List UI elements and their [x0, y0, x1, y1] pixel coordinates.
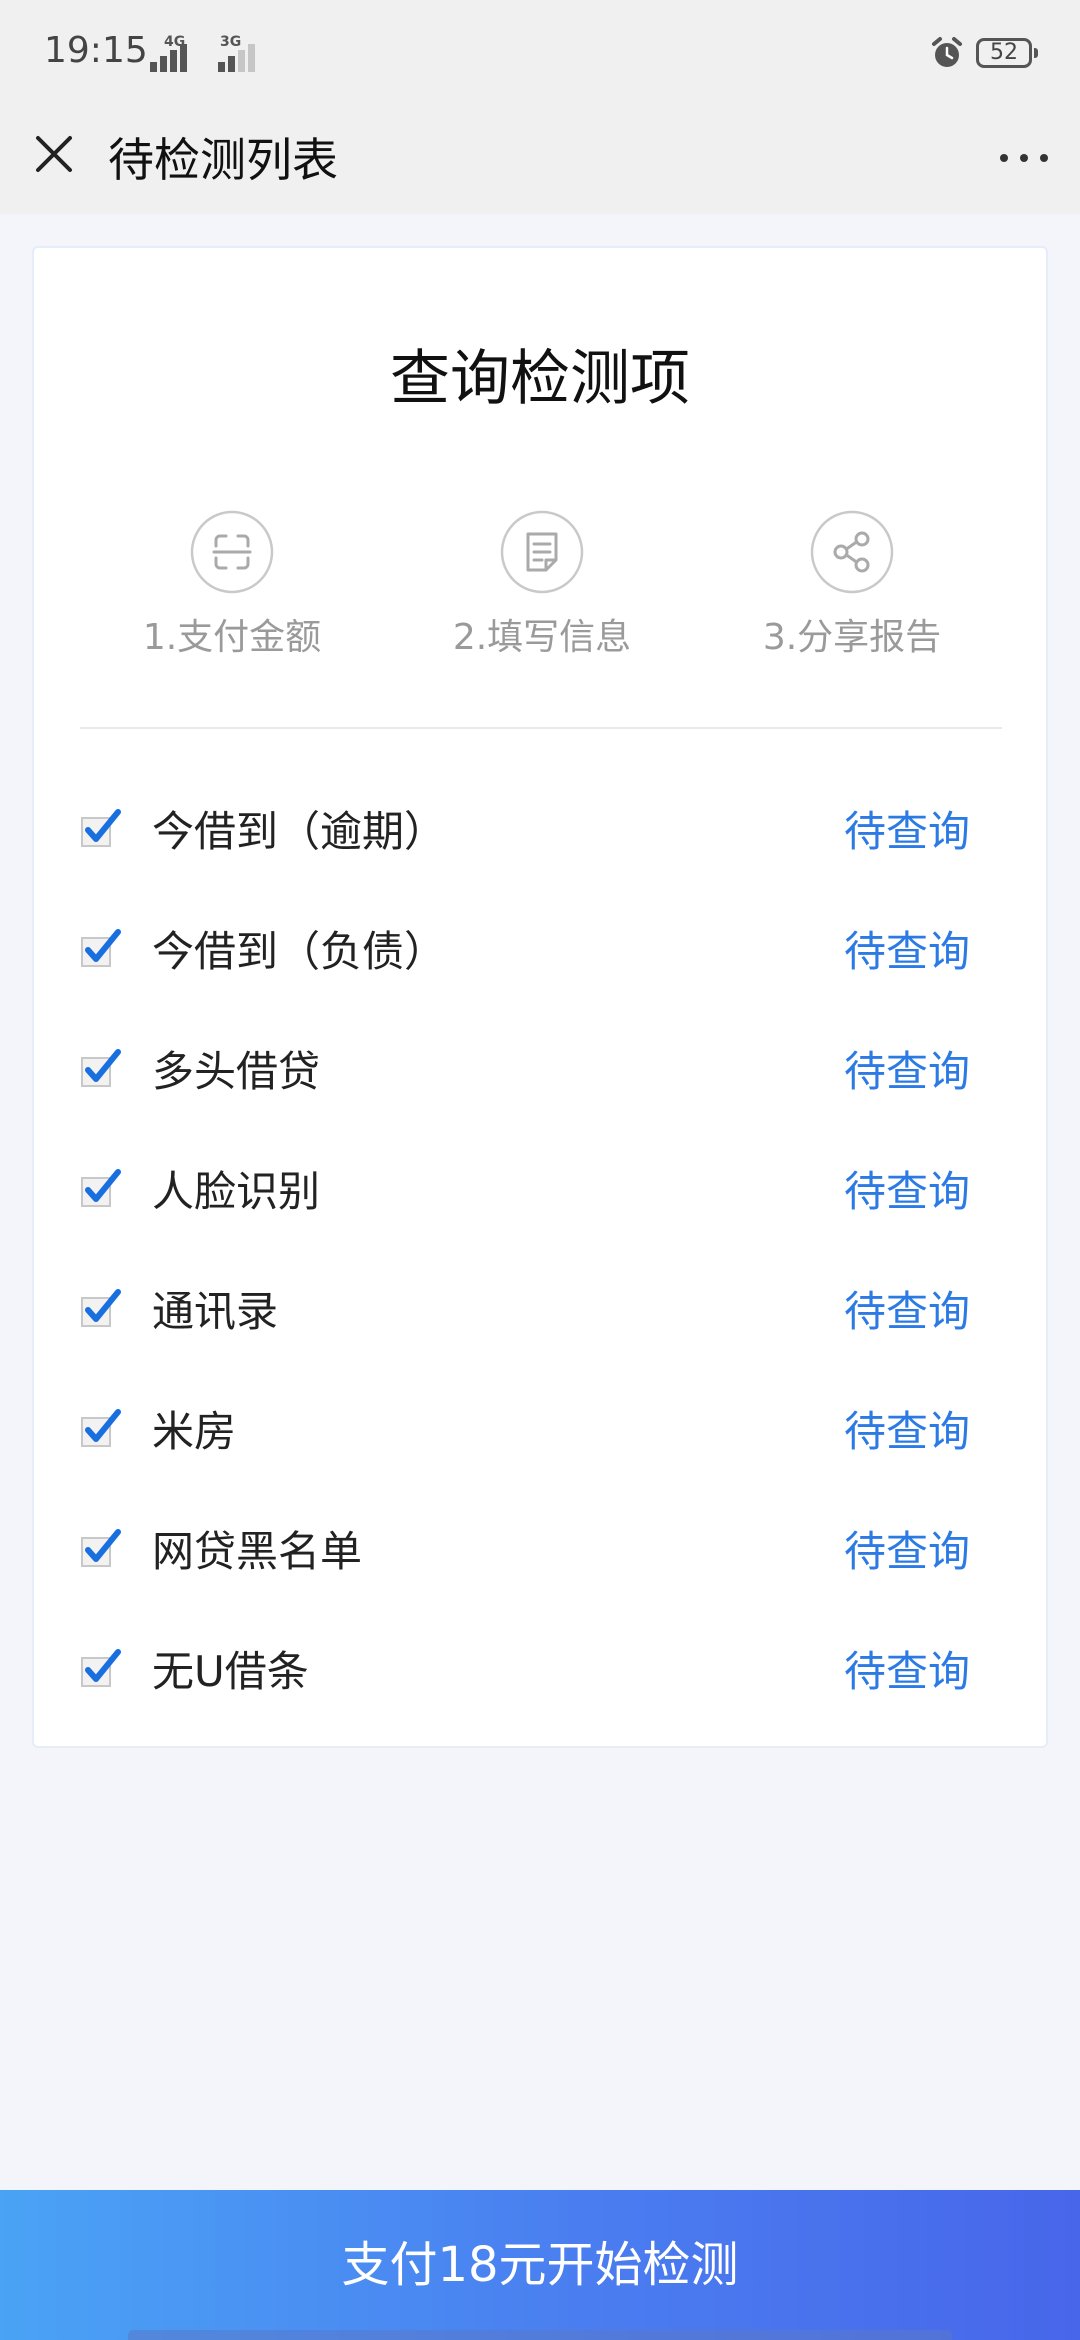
step-fill-info: 2.填写信息 [412, 510, 672, 660]
step-share: 3.分享报告 [722, 510, 982, 660]
item-status[interactable]: 待查询 [844, 1518, 970, 1579]
signal-3g-tag: 3G [220, 34, 242, 50]
item-status[interactable]: 待查询 [844, 1038, 970, 1099]
checkbox-checked-icon[interactable] [80, 1048, 122, 1090]
checkbox-checked-icon[interactable] [80, 808, 122, 850]
checkbox-checked-icon[interactable] [80, 1288, 122, 1330]
detection-card: 查询检测项 1.支付金额 2.填写信息 3.分享报告 今借到（逾期） 待查询 今… [32, 246, 1048, 1748]
list-item[interactable]: 多头借贷 待查询 [34, 1018, 1046, 1138]
checkbox-checked-icon[interactable] [80, 1408, 122, 1450]
pay-start-button[interactable]: 支付18元开始检测 [0, 2190, 1080, 2340]
list-item[interactable]: 网贷黑名单 待查询 [34, 1498, 1046, 1618]
list-item[interactable]: 今借到（负债） 待查询 [34, 898, 1046, 1018]
item-label: 人脸识别 [152, 1167, 321, 1216]
item-status[interactable]: 待查询 [844, 1398, 970, 1459]
checkbox-checked-icon[interactable] [80, 928, 122, 970]
item-status[interactable]: 待查询 [844, 918, 970, 979]
signal-3g-icon: 3G [218, 34, 258, 72]
checkbox-checked-icon[interactable] [80, 1648, 122, 1690]
item-status[interactable]: 待查询 [844, 798, 970, 859]
item-status[interactable]: 待查询 [844, 1278, 970, 1339]
item-label: 通讯录 [152, 1287, 279, 1336]
signal-4g-icon: 4G [150, 34, 190, 72]
scan-icon [190, 510, 274, 594]
list-item[interactable]: 米房 待查询 [34, 1378, 1046, 1498]
form-icon [500, 510, 584, 594]
battery-indicator: 52 [976, 38, 1038, 68]
step-label-fill-info: 2.填写信息 [452, 617, 632, 658]
header: 待检测列表 [0, 106, 1080, 214]
home-indicator [128, 2330, 952, 2340]
checkbox-checked-icon[interactable] [80, 1528, 122, 1570]
list-item[interactable]: 人脸识别 待查询 [34, 1138, 1046, 1258]
step-label-share: 3.分享报告 [762, 617, 942, 658]
share-icon [810, 510, 894, 594]
item-label: 无U借条 [152, 1647, 309, 1696]
alarm-icon [932, 37, 962, 67]
item-label: 网贷黑名单 [152, 1527, 363, 1576]
list-item[interactable]: 通讯录 待查询 [34, 1258, 1046, 1378]
page-title: 待检测列表 [108, 133, 338, 187]
list-item[interactable]: 今借到（逾期） 待查询 [34, 778, 1046, 898]
item-label: 米房 [152, 1407, 237, 1456]
item-label: 多头借贷 [152, 1047, 321, 1096]
list-item[interactable]: 无U借条 待查询 [34, 1618, 1046, 1738]
item-status[interactable]: 待查询 [844, 1638, 970, 1699]
status-bar: 19:15 4G 3G 52 [0, 0, 1080, 106]
close-icon[interactable] [26, 126, 82, 182]
item-status[interactable]: 待查询 [844, 1158, 970, 1219]
step-pay: 1.支付金额 [102, 510, 362, 660]
step-label-pay: 1.支付金额 [142, 617, 322, 658]
steps: 1.支付金额 2.填写信息 3.分享报告 [34, 510, 1046, 670]
divider [80, 727, 1002, 729]
status-time: 19:15 [44, 30, 148, 71]
item-label: 今借到（逾期） [152, 807, 447, 856]
item-label: 今借到（负债） [152, 927, 447, 976]
detection-list: 今借到（逾期） 待查询 今借到（负债） 待查询 多头借贷 待查询 人脸识别 待查… [34, 778, 1046, 1738]
card-title: 查询检测项 [390, 344, 690, 414]
checkbox-checked-icon[interactable] [80, 1168, 122, 1210]
signal-4g-tag: 4G [164, 34, 186, 50]
more-icon[interactable] [994, 128, 1054, 188]
